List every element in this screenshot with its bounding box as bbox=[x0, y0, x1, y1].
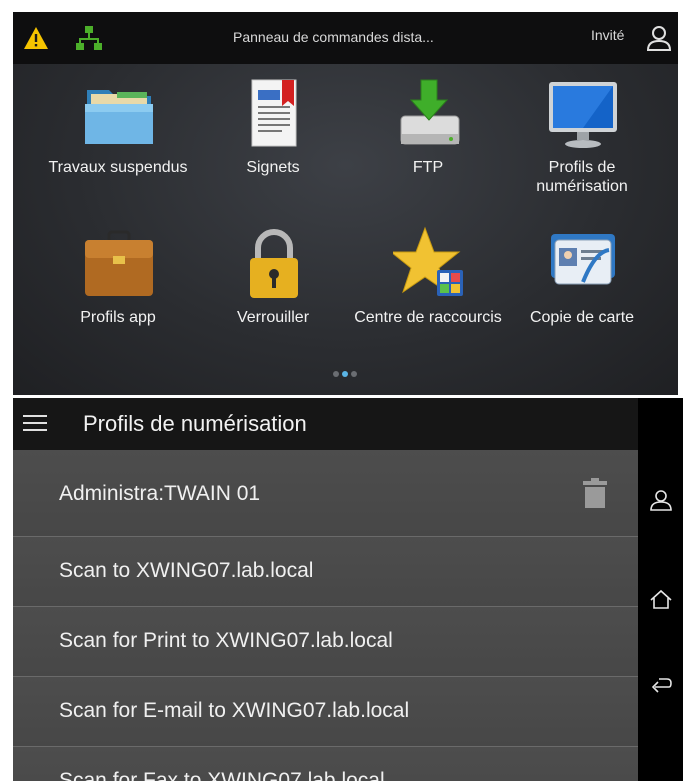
app-profiles[interactable]: Profils app bbox=[43, 226, 193, 346]
monitor-icon bbox=[549, 82, 617, 148]
id-card-icon bbox=[551, 234, 615, 285]
app-label: Profils app bbox=[80, 309, 156, 326]
panel-title: Panneau de commandes dista... bbox=[233, 29, 434, 45]
app-label: Travaux suspendus bbox=[48, 159, 188, 176]
list-item-label: Scan for Fax to XWING07.lab.local bbox=[59, 769, 385, 781]
bookmark-icon bbox=[251, 79, 297, 147]
page-indicator[interactable] bbox=[333, 364, 373, 377]
list-item-label: Scan to XWING07.lab.local bbox=[59, 559, 314, 582]
padlock-icon bbox=[250, 229, 298, 298]
app-bookmarks[interactable]: Signets bbox=[198, 76, 348, 196]
app-held-jobs[interactable]: Travaux suspendus bbox=[43, 76, 193, 196]
app-label: Copie de carte bbox=[529, 309, 635, 326]
home-screen: Panneau de commandes dista... Invité Tra… bbox=[13, 12, 678, 395]
app-label: Verrouiller bbox=[236, 309, 310, 326]
list-item-label: Scan for Print to XWING07.lab.local bbox=[59, 629, 393, 652]
home-icon[interactable] bbox=[649, 588, 673, 612]
profile-list: Profils de numérisation Administra:TWAIN… bbox=[13, 398, 638, 781]
warning-icon[interactable] bbox=[23, 26, 49, 50]
back-icon[interactable] bbox=[649, 673, 673, 697]
page-dot bbox=[333, 371, 339, 377]
app-label: Signets bbox=[246, 159, 300, 176]
scan-profiles-screen: Profils de numérisation Administra:TWAIN… bbox=[13, 398, 683, 781]
app-card-copy[interactable]: Copie de carte bbox=[507, 226, 657, 346]
user-name[interactable]: Invité bbox=[591, 27, 624, 43]
list-item[interactable]: Scan for Print to XWING07.lab.local bbox=[13, 607, 638, 677]
list-item[interactable]: Administra:TWAIN 01 bbox=[13, 450, 638, 537]
status-bar: Panneau de commandes dista... Invité bbox=[13, 12, 678, 64]
list-header: Profils de numérisation bbox=[13, 398, 638, 450]
trash-icon[interactable] bbox=[583, 478, 607, 508]
page-dot-active bbox=[342, 371, 348, 377]
list-item[interactable]: Scan to XWING07.lab.local bbox=[13, 537, 638, 607]
star-shortcut-icon bbox=[393, 226, 463, 296]
app-label: Centre de raccourcis bbox=[354, 309, 502, 326]
side-nav bbox=[638, 398, 683, 781]
network-icon[interactable] bbox=[75, 25, 103, 51]
list-item[interactable]: Scan for Fax to XWING07.lab.local bbox=[13, 747, 638, 781]
briefcase-icon bbox=[85, 230, 153, 296]
list-title: Profils de numérisation bbox=[83, 411, 307, 436]
ftp-drive-icon bbox=[400, 79, 460, 145]
app-scan-profiles[interactable]: Profils de numérisation bbox=[507, 76, 657, 196]
app-label: FTP bbox=[412, 159, 444, 176]
list-item-label: Administra:TWAIN 01 bbox=[59, 482, 261, 505]
folder-icon bbox=[85, 90, 153, 144]
menu-icon[interactable] bbox=[23, 415, 47, 433]
app-lock[interactable]: Verrouiller bbox=[198, 226, 348, 346]
app-shortcut-center[interactable]: Centre de raccourcis bbox=[353, 226, 503, 346]
list-item-label: Scan for E-mail to XWING07.lab.local bbox=[59, 699, 410, 722]
app-ftp[interactable]: FTP bbox=[353, 76, 503, 196]
user-icon[interactable] bbox=[646, 24, 672, 52]
app-label: Profils de numérisation bbox=[536, 159, 628, 195]
list-item[interactable]: Scan for E-mail to XWING07.lab.local bbox=[13, 677, 638, 747]
user-icon[interactable] bbox=[649, 488, 673, 512]
page-dot bbox=[351, 371, 357, 377]
